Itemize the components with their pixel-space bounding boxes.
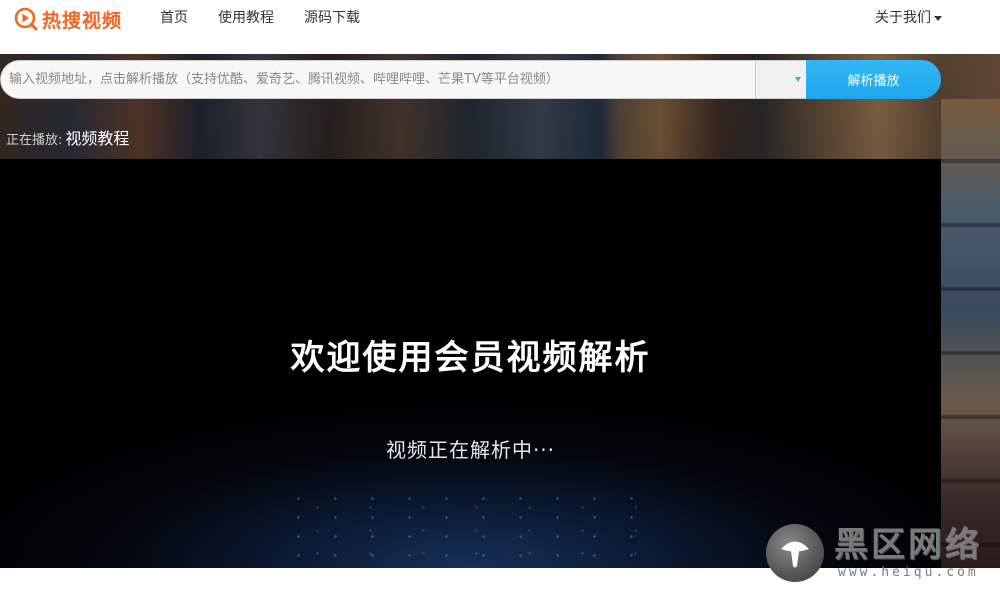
play-search-icon [14, 7, 38, 31]
main-nav: 首页 使用教程 源码下载 [160, 9, 390, 27]
caret-down-icon [934, 15, 942, 21]
nav-item-source-download[interactable]: 源码下载 [304, 9, 360, 27]
about-us-dropdown[interactable]: 关于我们 [875, 9, 942, 27]
about-us-label: 关于我们 [875, 10, 931, 26]
now-playing: 正在播放: 视频教程 [6, 125, 129, 149]
video-player[interactable]: 欢迎使用会员视频解析 视频正在解析中··· [0, 159, 941, 568]
source-select[interactable] [755, 60, 806, 99]
nav-item-tutorial[interactable]: 使用教程 [218, 9, 274, 27]
top-navbar: 热搜视频 首页 使用教程 源码下载 关于我们 [0, 0, 1000, 54]
parsing-status: 视频正在解析中··· [385, 438, 556, 462]
now-playing-title: 视频教程 [65, 129, 130, 148]
welcome-heading: 欢迎使用会员视频解析 [290, 338, 651, 378]
nav-item-home[interactable]: 首页 [160, 9, 188, 27]
particle-decoration [280, 489, 660, 568]
now-playing-prefix: 正在播放: [6, 133, 63, 148]
watermark: 黑区网络 www.heiqu.com [766, 522, 996, 586]
mushroom-logo-icon [766, 524, 824, 582]
search-bar: 解析播放 [0, 60, 941, 99]
watermark-url: www.heiqu.com [838, 565, 979, 580]
brand-logo[interactable]: 热搜视频 [14, 6, 122, 32]
mushroom-glyph-icon [781, 541, 809, 568]
dropdown-arrow-icon [795, 77, 801, 82]
parse-play-button[interactable]: 解析播放 [806, 60, 941, 99]
watermark-title: 黑区网络 [834, 525, 982, 565]
brand-name: 热搜视频 [42, 9, 123, 32]
video-url-input[interactable] [0, 60, 755, 99]
player-stage: 解析播放 正在播放: 视频教程 欢迎使用会员视频解析 视频正在解析中··· [0, 54, 1000, 568]
poster-background-right [941, 99, 1000, 568]
